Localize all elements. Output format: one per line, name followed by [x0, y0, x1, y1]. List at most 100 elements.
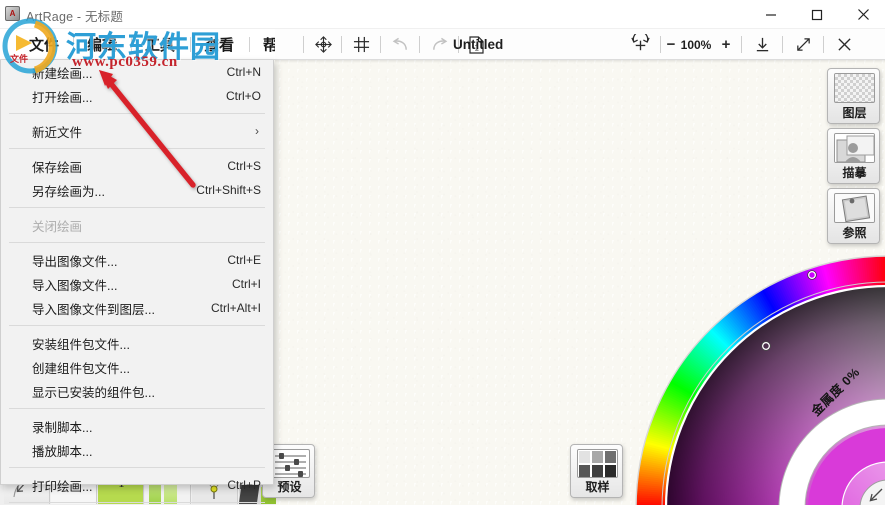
menu-separator: [9, 502, 265, 503]
menu-open-painting[interactable]: 打开绘画... Ctrl+O: [1, 84, 273, 108]
toolbar-divider: [419, 36, 420, 53]
menu-view[interactable]: 查看: [195, 29, 243, 60]
menu-tools[interactable]: 工具: [136, 29, 184, 60]
maximize-icon: [811, 9, 823, 20]
tracing-thumbnail-icon: [834, 133, 875, 163]
menu-item-label: 保存绘画: [32, 160, 83, 175]
menu-separator: [9, 408, 265, 409]
menu-item-label: 显示已安装的组件包...: [32, 385, 155, 400]
menu-item-label: 安装组件包文件...: [32, 337, 130, 352]
menubar-divider: [73, 37, 74, 52]
add-layer-button[interactable]: [625, 29, 655, 60]
menu-import-image[interactable]: 导入图像文件... Ctrl+I: [1, 272, 273, 296]
undo-arrow-icon: [392, 37, 407, 50]
panel-reference[interactable]: 参照: [827, 188, 880, 244]
menu-show-installed-packages[interactable]: 显示已安装的组件包...: [1, 379, 273, 403]
fullscreen-button[interactable]: [787, 29, 819, 60]
app-icon: A: [5, 6, 20, 21]
menubar-divider: [249, 37, 250, 52]
menu-item-label: 打开绘画...: [32, 90, 93, 105]
menu-edit[interactable]: 编辑: [78, 29, 126, 60]
panel-layers[interactable]: 图层: [827, 68, 880, 124]
panel-tracing[interactable]: 描摹: [827, 128, 880, 184]
menu-item-label: 打印绘画...: [32, 479, 93, 494]
menu-item-shortcut: Ctrl+S: [227, 159, 261, 173]
menu-item-label: 播放脚本...: [32, 444, 93, 459]
redo-button[interactable]: [424, 29, 454, 60]
menu-recent-files[interactable]: 新近文件 ›: [1, 119, 273, 143]
menu-print-painting[interactable]: 打印绘画... Ctrl+P: [1, 473, 273, 497]
menu-item-shortcut: Ctrl+Alt+I: [210, 301, 261, 315]
menubar-divider: [131, 37, 132, 52]
menu-new-painting[interactable]: 新建绘画... Ctrl+N: [1, 60, 273, 84]
menu-item-label: 创建组件包文件...: [32, 361, 130, 376]
canvas-top-shadow: [275, 60, 885, 63]
menu-separator: [9, 467, 265, 468]
menu-play-script[interactable]: 播放脚本...: [1, 438, 273, 462]
minimize-icon: [766, 13, 776, 16]
top-toolbar: 1 Untitled − 100% +: [275, 29, 885, 60]
menu-item-shortcut: Ctrl+N: [226, 65, 261, 79]
window-close-button[interactable]: [840, 0, 885, 29]
transform-tool-button[interactable]: [308, 29, 338, 60]
toolbar-divider: [741, 36, 742, 53]
menu-separator: [9, 148, 265, 149]
reference-thumbnail-icon: [834, 193, 875, 223]
toolbar-divider: [380, 36, 381, 53]
layers-thumbnail-icon: [834, 73, 875, 103]
zoom-level-value[interactable]: 100%: [676, 29, 716, 60]
menu-export-image[interactable]: 导出图像文件... Ctrl+E: [1, 248, 273, 272]
menu-record-script[interactable]: 录制脚本...: [1, 414, 273, 438]
download-icon: [756, 37, 768, 52]
menu-item-shortcut: Ctrl+E: [227, 253, 261, 267]
toolbar-divider: [823, 36, 824, 53]
menu-item-label: 关闭绘画: [32, 219, 83, 234]
menu-separator: [9, 325, 265, 326]
menu-item-label: 导出图像文件...: [32, 254, 118, 269]
zoom-in-button[interactable]: +: [717, 29, 735, 60]
panel-reference-label: 参照: [842, 226, 867, 240]
menu-separator: [9, 207, 265, 208]
undo-button[interactable]: [385, 29, 415, 60]
toolbar-divider: [303, 36, 304, 53]
menu-item-shortcut: Ctrl+P: [227, 478, 261, 492]
menu-item-shortcut: Ctrl+O: [225, 89, 261, 103]
document-name[interactable]: Untitled: [453, 29, 503, 60]
panel-samples[interactable]: 取样: [570, 444, 623, 498]
window-maximize-button[interactable]: [794, 0, 840, 29]
window-title: ArtRage - 无标题: [26, 10, 124, 24]
window-minimize-button[interactable]: [748, 0, 794, 29]
redo-arrow-icon: [432, 37, 447, 50]
menu-item-label: 新近文件: [32, 125, 83, 140]
toolbar-divider: [660, 36, 661, 53]
save-download-button[interactable]: [746, 29, 778, 60]
close-icon: [857, 9, 869, 20]
menu-install-package[interactable]: 安装组件包文件...: [1, 331, 273, 355]
chevron-right-icon: ›: [255, 124, 259, 138]
menu-create-package[interactable]: 创建组件包文件...: [1, 355, 273, 379]
menu-close-painting: 关闭绘画: [1, 213, 273, 237]
menu-item-label: 另存绘画为...: [32, 184, 105, 199]
samples-swatches-icon: [577, 449, 618, 478]
panel-samples-label: 取样: [585, 480, 610, 494]
title-bar: A ArtRage - 无标题: [0, 0, 885, 29]
add-rotate-icon: [630, 34, 650, 51]
file-menu-dropdown[interactable]: 新建绘画... Ctrl+N 打开绘画... Ctrl+O 新近文件 › 保存绘画 Ctrl+…: [0, 60, 274, 503]
menu-separator: [9, 242, 265, 243]
menubar-divider: [190, 37, 191, 52]
panel-layers-label: 图层: [842, 106, 867, 120]
menu-separator: [9, 113, 265, 114]
menu-item-label: 导入图像文件到图层...: [32, 302, 155, 317]
menu-file[interactable]: 文件: [20, 29, 68, 60]
panel-tracing-label: 描摹: [842, 166, 867, 180]
menu-item-shortcut: Ctrl+Shift+S: [196, 183, 261, 197]
close-document-button[interactable]: [828, 29, 860, 60]
menu-item-shortcut: Ctrl+I: [231, 277, 261, 291]
menu-import-image-to-layer[interactable]: 导入图像文件到图层... Ctrl+Alt+I: [1, 296, 273, 320]
grid-icon: [353, 36, 369, 53]
toolbar-divider: [782, 36, 783, 53]
menu-item-label: 导入图像文件...: [32, 278, 118, 293]
menu-save-painting[interactable]: 保存绘画 Ctrl+S: [1, 154, 273, 178]
menu-save-painting-as[interactable]: 另存绘画为... Ctrl+Shift+S: [1, 178, 273, 202]
grid-toggle-button[interactable]: [346, 29, 376, 60]
